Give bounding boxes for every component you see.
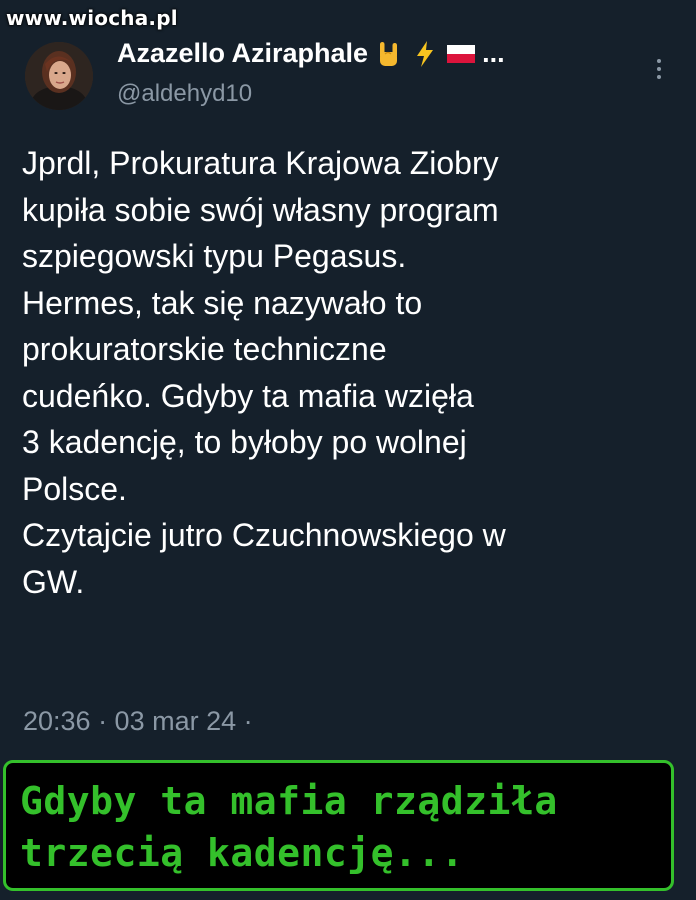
caption-line: Gdyby ta mafia rządziła	[20, 779, 558, 823]
tweet-body-line: Czytajcie jutro Czuchnowskiego w	[22, 517, 506, 553]
author-handle[interactable]: @aldehyd10	[117, 80, 252, 108]
tweet-timestamp[interactable]: 20:36 · 03 mar 24 ·	[23, 706, 253, 737]
name-truncation: ...	[482, 38, 505, 68]
poland-flag-emoji-icon	[446, 39, 476, 69]
author-name-row[interactable]: Azazello Aziraphale ...	[117, 38, 505, 69]
avatar[interactable]	[25, 42, 93, 110]
avatar-image	[25, 42, 93, 110]
tweet-body: Jprdl, Prokuratura Krajowa Ziobry kupiła…	[22, 140, 682, 605]
caption-box: Gdyby ta mafia rządziła trzecią kadencję…	[3, 760, 674, 891]
author-display-name[interactable]: Azazello Aziraphale	[117, 38, 368, 69]
tweet-body-line: Polsce.	[22, 470, 127, 507]
tweet-body-line: GW.	[22, 563, 85, 600]
tweet-body-line: szpiegowski typu Pegasus.	[22, 238, 407, 274]
lightning-emoji-icon	[410, 39, 440, 69]
tweet-body-line: Hermes, tak się nazywało to	[22, 284, 423, 321]
tweet-body-line: 3 kadencję, to byłoby po wolnej	[22, 424, 467, 460]
tweet-body-line: Jprdl, Prokuratura Krajowa Ziobry	[22, 145, 499, 181]
tweet-body-line: kupiła sobie swój własny program	[22, 191, 499, 228]
site-watermark: www.wiocha.pl	[6, 6, 178, 30]
tweet-body-line: cudeńko. Gdyby ta mafia wzięła	[22, 377, 474, 414]
tweet-body-line: prokuratorskie techniczne	[22, 331, 387, 367]
rock-hand-emoji-icon	[374, 39, 404, 69]
more-options-icon[interactable]	[651, 56, 667, 82]
caption-line: trzecią kadencję...	[20, 831, 465, 875]
tweet-card: Azazello Aziraphale ... @aldehyd10 Jprdl…	[0, 0, 696, 760]
